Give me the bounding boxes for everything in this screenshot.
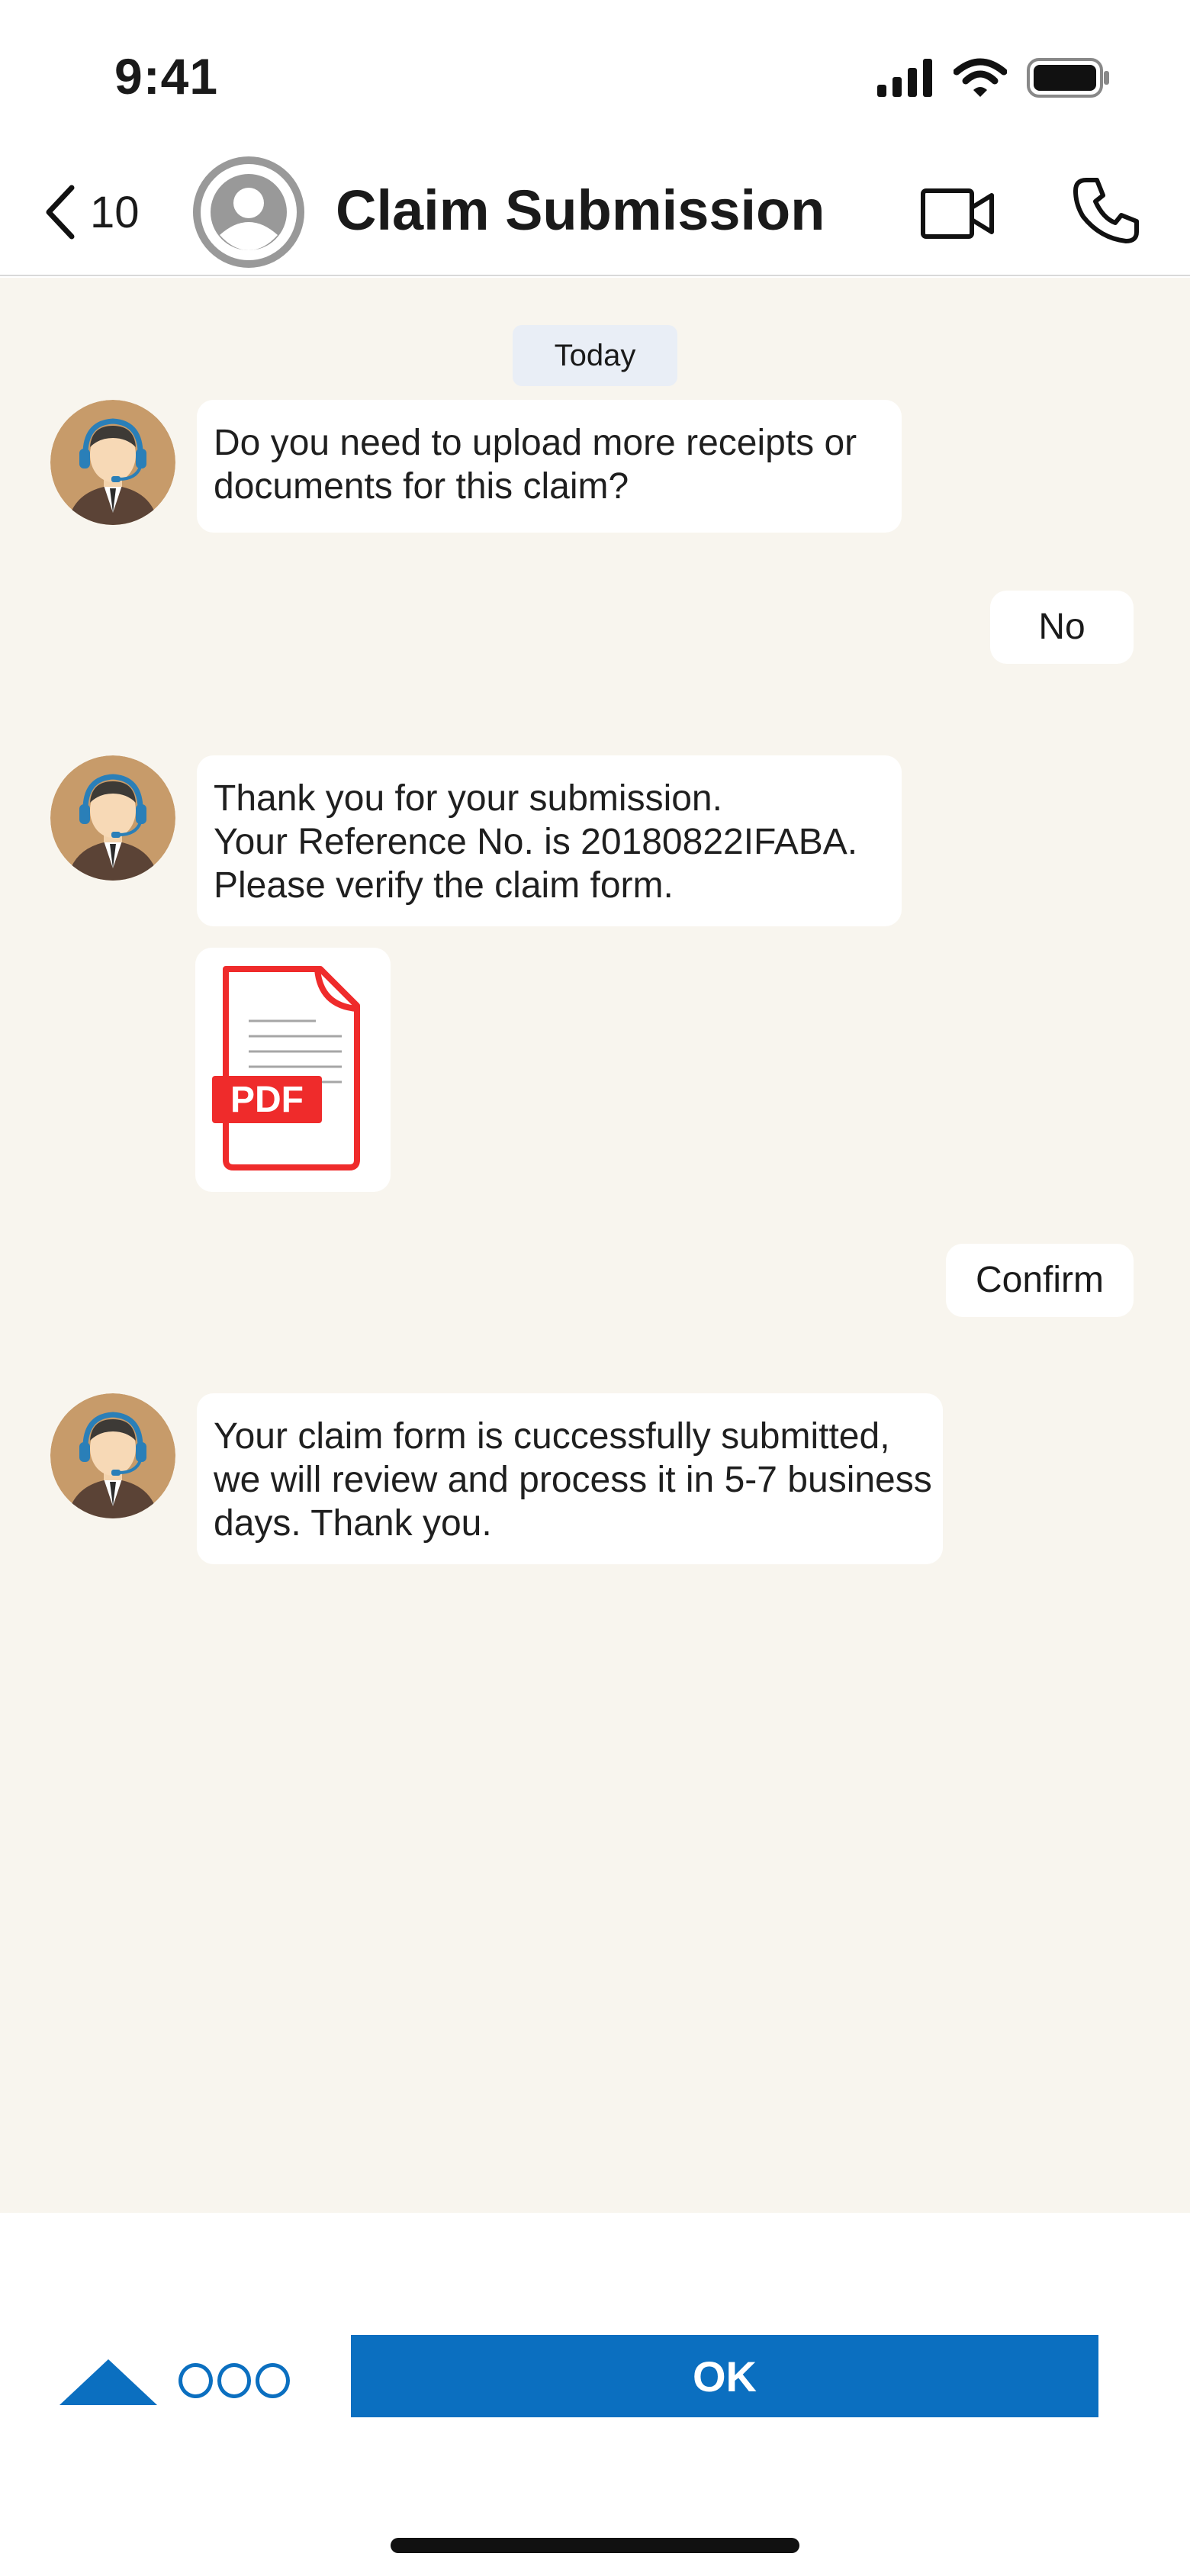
pdf-file-icon bbox=[212, 966, 360, 1170]
back-button[interactable]: 10 bbox=[43, 180, 140, 244]
message-line: Your Reference No. is 20180822IFABA. bbox=[214, 822, 858, 862]
page-title: Claim Submission bbox=[336, 179, 825, 242]
status-bar: 9:41 bbox=[0, 0, 1190, 145]
date-chip: Today bbox=[513, 325, 677, 386]
agent-message: Do you need to upload more receipts or d… bbox=[197, 400, 902, 533]
video-call-icon[interactable] bbox=[920, 183, 996, 244]
chat-area[interactable]: Today Do you need to upload more receipt… bbox=[0, 278, 1190, 2213]
contact-avatar-icon[interactable] bbox=[192, 156, 305, 269]
signal-icon bbox=[877, 59, 932, 97]
ok-button[interactable]: OK bbox=[351, 2335, 1098, 2417]
battery-icon bbox=[1027, 58, 1109, 98]
user-reply: Confirm bbox=[946, 1244, 1134, 1317]
nav-bar: 10 Claim Submission bbox=[0, 145, 1190, 276]
chevron-left-icon bbox=[46, 185, 75, 240]
agent-avatar bbox=[50, 400, 175, 525]
message-line: Please verify the claim form. bbox=[214, 865, 674, 906]
agent-avatar bbox=[50, 755, 175, 881]
wifi-icon bbox=[954, 58, 1007, 97]
message-line: we will review and process it in 5-7 bus… bbox=[214, 1460, 932, 1500]
dot bbox=[178, 2363, 213, 2398]
message-line: Your claim form is cuccessfully submitte… bbox=[214, 1416, 890, 1457]
dot bbox=[217, 2363, 252, 2398]
pdf-label: PDF bbox=[230, 1079, 304, 1120]
phone-icon[interactable] bbox=[1073, 175, 1141, 244]
message-line: Thank you for your submission. bbox=[214, 778, 722, 819]
agent-message: Your claim form is cuccessfully submitte… bbox=[197, 1393, 943, 1564]
status-icons bbox=[877, 58, 1111, 98]
agent-avatar bbox=[50, 1393, 175, 1518]
user-reply: No bbox=[990, 591, 1134, 664]
more-dots-icon[interactable] bbox=[178, 2361, 291, 2401]
back-count: 10 bbox=[90, 187, 140, 237]
status-time: 9:41 bbox=[114, 48, 219, 105]
dot bbox=[256, 2363, 291, 2398]
message-line: Do you need to upload more receipts or bbox=[214, 423, 857, 463]
pdf-attachment[interactable]: PDF bbox=[195, 948, 391, 1192]
home-indicator[interactable] bbox=[391, 2538, 799, 2553]
triangle-up-icon[interactable] bbox=[60, 2358, 157, 2407]
bottom-bar: OK bbox=[0, 2213, 1190, 2576]
message-line: documents for this claim? bbox=[214, 466, 629, 507]
agent-message: Thank you for your submission. Your Refe… bbox=[197, 755, 902, 926]
message-line: days. Thank you. bbox=[214, 1503, 492, 1544]
